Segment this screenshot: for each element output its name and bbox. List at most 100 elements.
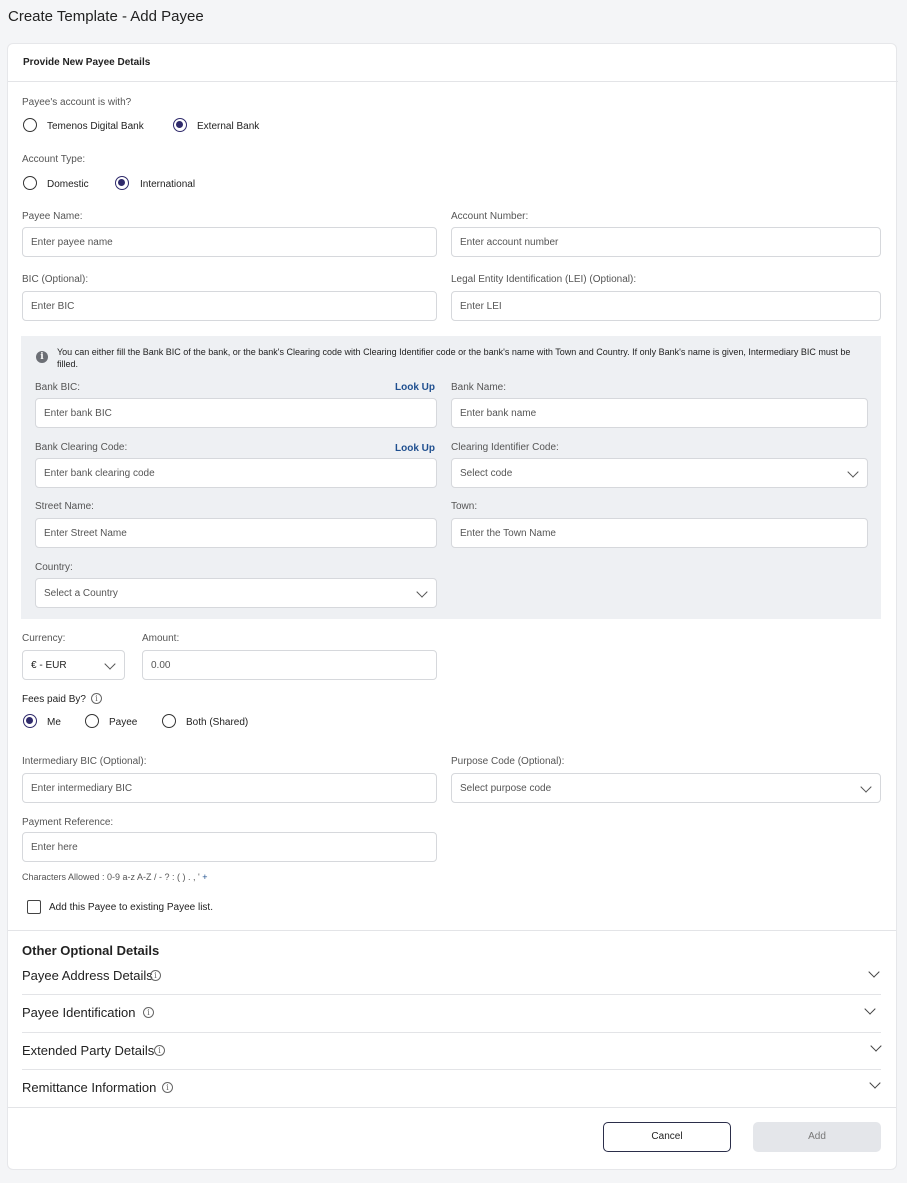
payment-reference-label: Payment Reference: xyxy=(22,817,114,828)
bank-info-note: You can either fill the Bank BIC of the … xyxy=(57,347,851,369)
radio-external-bank[interactable] xyxy=(173,118,187,132)
country-label: Country: xyxy=(35,562,73,573)
radio-label-temenos[interactable]: Temenos Digital Bank xyxy=(47,121,144,132)
clearing-id-value: Select code xyxy=(460,468,513,479)
bic-input[interactable]: Enter BIC xyxy=(22,291,437,321)
chevron-down-icon xyxy=(869,1077,881,1089)
account-with-label: Payee's account is with? xyxy=(22,97,132,108)
purpose-code-select[interactable]: Select purpose code xyxy=(451,773,881,803)
street-label: Street Name: xyxy=(35,501,94,512)
bank-bic-label: Bank BIC: xyxy=(35,382,81,393)
accordion-payee-address[interactable]: Payee Address Details i xyxy=(8,962,896,994)
chevron-down-icon xyxy=(104,658,116,670)
radio-domestic[interactable] xyxy=(23,176,37,190)
accordion-label: Payee Address Details xyxy=(22,968,153,983)
info-icon: i xyxy=(36,351,48,363)
amount-placeholder: 0.00 xyxy=(151,660,171,671)
accordion-extended-party[interactable]: Extended Party Details i xyxy=(8,1037,896,1069)
payee-name-placeholder: Enter payee name xyxy=(31,237,113,248)
bank-bic-lookup-link[interactable]: Look Up xyxy=(395,382,435,393)
radio-label-payee[interactable]: Payee xyxy=(109,717,137,728)
chevron-down-icon xyxy=(868,966,880,978)
lei-placeholder: Enter LEI xyxy=(460,301,502,312)
clearing-code-placeholder: Enter bank clearing code xyxy=(44,468,155,479)
chevron-down-icon xyxy=(860,781,872,793)
town-label: Town: xyxy=(451,501,478,512)
purpose-code-label: Purpose Code (Optional): xyxy=(451,756,565,767)
chevron-down-icon xyxy=(847,466,859,478)
lei-input[interactable]: Enter LEI xyxy=(451,291,881,321)
radio-label-external[interactable]: External Bank xyxy=(197,121,259,132)
lei-label: Legal Entity Identification (LEI) (Optio… xyxy=(451,274,637,285)
radio-label-international[interactable]: International xyxy=(140,179,195,190)
currency-value: € - EUR xyxy=(31,660,67,671)
amount-label: Amount: xyxy=(142,633,180,644)
divider xyxy=(22,994,881,995)
accordion-label: Payee Identification xyxy=(22,1005,136,1020)
account-number-input[interactable]: Enter account number xyxy=(451,227,881,257)
bank-bic-placeholder: Enter bank BIC xyxy=(44,408,112,419)
account-type-label: Account Type: xyxy=(22,154,86,165)
payee-name-input[interactable]: Enter payee name xyxy=(22,227,437,257)
add-to-payee-list-checkbox[interactable] xyxy=(27,900,41,914)
add-button[interactable]: Add xyxy=(753,1122,881,1152)
country-select[interactable]: Select a Country xyxy=(35,578,437,608)
clearing-code-input[interactable]: Enter bank clearing code xyxy=(35,458,437,488)
accordion-remittance-info[interactable]: Remittance Information i xyxy=(8,1074,896,1106)
clearing-code-lookup-link[interactable]: Look Up xyxy=(395,443,435,454)
clearing-code-label: Bank Clearing Code: xyxy=(35,442,128,453)
divider xyxy=(22,1069,881,1070)
account-number-label: Account Number: xyxy=(451,211,529,222)
characters-allowed-plus: + xyxy=(202,872,208,882)
add-to-payee-list-label[interactable]: Add this Payee to existing Payee list. xyxy=(49,902,213,913)
country-value: Select a Country xyxy=(44,588,118,599)
radio-fees-payee[interactable] xyxy=(85,714,99,728)
street-placeholder: Enter Street Name xyxy=(44,528,127,539)
radio-fees-shared[interactable] xyxy=(162,714,176,728)
currency-select[interactable]: € - EUR xyxy=(22,650,125,680)
optional-details-title: Other Optional Details xyxy=(22,943,160,958)
accordion-label: Remittance Information xyxy=(22,1080,157,1095)
purpose-code-value: Select purpose code xyxy=(460,783,552,794)
card-title: Provide New Payee Details xyxy=(23,57,151,68)
town-input[interactable]: Enter the Town Name xyxy=(451,518,868,548)
payment-reference-placeholder: Enter here xyxy=(31,842,78,853)
info-outline-icon[interactable]: i xyxy=(162,1082,173,1093)
town-placeholder: Enter the Town Name xyxy=(460,528,556,539)
info-outline-icon[interactable]: i xyxy=(150,970,161,981)
divider xyxy=(22,1032,881,1033)
divider xyxy=(8,930,896,931)
chevron-down-icon xyxy=(870,1040,882,1052)
accordion-label: Extended Party Details xyxy=(22,1043,155,1058)
radio-label-shared[interactable]: Both (Shared) xyxy=(186,717,248,728)
bank-name-input[interactable]: Enter bank name xyxy=(451,398,868,428)
radio-label-domestic[interactable]: Domestic xyxy=(47,179,89,190)
chevron-down-icon xyxy=(864,1003,876,1015)
intermediary-bic-input[interactable]: Enter intermediary BIC xyxy=(22,773,437,803)
divider xyxy=(8,1107,896,1108)
card-header: Provide New Payee Details xyxy=(8,44,898,82)
info-outline-icon[interactable]: i xyxy=(91,693,102,704)
bank-name-placeholder: Enter bank name xyxy=(460,408,537,419)
bank-name-label: Bank Name: xyxy=(451,382,507,393)
accordion-payee-identification[interactable]: Payee Identification i xyxy=(8,999,896,1031)
radio-label-me[interactable]: Me xyxy=(47,717,61,728)
payment-reference-input[interactable]: Enter here xyxy=(22,832,437,862)
bank-bic-input[interactable]: Enter bank BIC xyxy=(35,398,437,428)
cancel-button[interactable]: Cancel xyxy=(603,1122,731,1152)
fees-label: Fees paid By? xyxy=(22,694,86,705)
chevron-down-icon xyxy=(416,586,428,598)
radio-international[interactable] xyxy=(115,176,129,190)
bic-label: BIC (Optional): xyxy=(22,274,89,285)
bic-placeholder: Enter BIC xyxy=(31,301,75,312)
radio-temenos-digital-bank[interactable] xyxy=(23,118,37,132)
intermediary-bic-label: Intermediary BIC (Optional): xyxy=(22,756,147,767)
payee-name-label: Payee Name: xyxy=(22,211,83,222)
amount-input[interactable]: 0.00 xyxy=(142,650,437,680)
radio-fees-me[interactable] xyxy=(23,714,37,728)
info-outline-icon[interactable]: i xyxy=(143,1007,154,1018)
clearing-id-select[interactable]: Select code xyxy=(451,458,868,488)
account-number-placeholder: Enter account number xyxy=(460,237,559,248)
info-outline-icon[interactable]: i xyxy=(154,1045,165,1056)
street-input[interactable]: Enter Street Name xyxy=(35,518,437,548)
